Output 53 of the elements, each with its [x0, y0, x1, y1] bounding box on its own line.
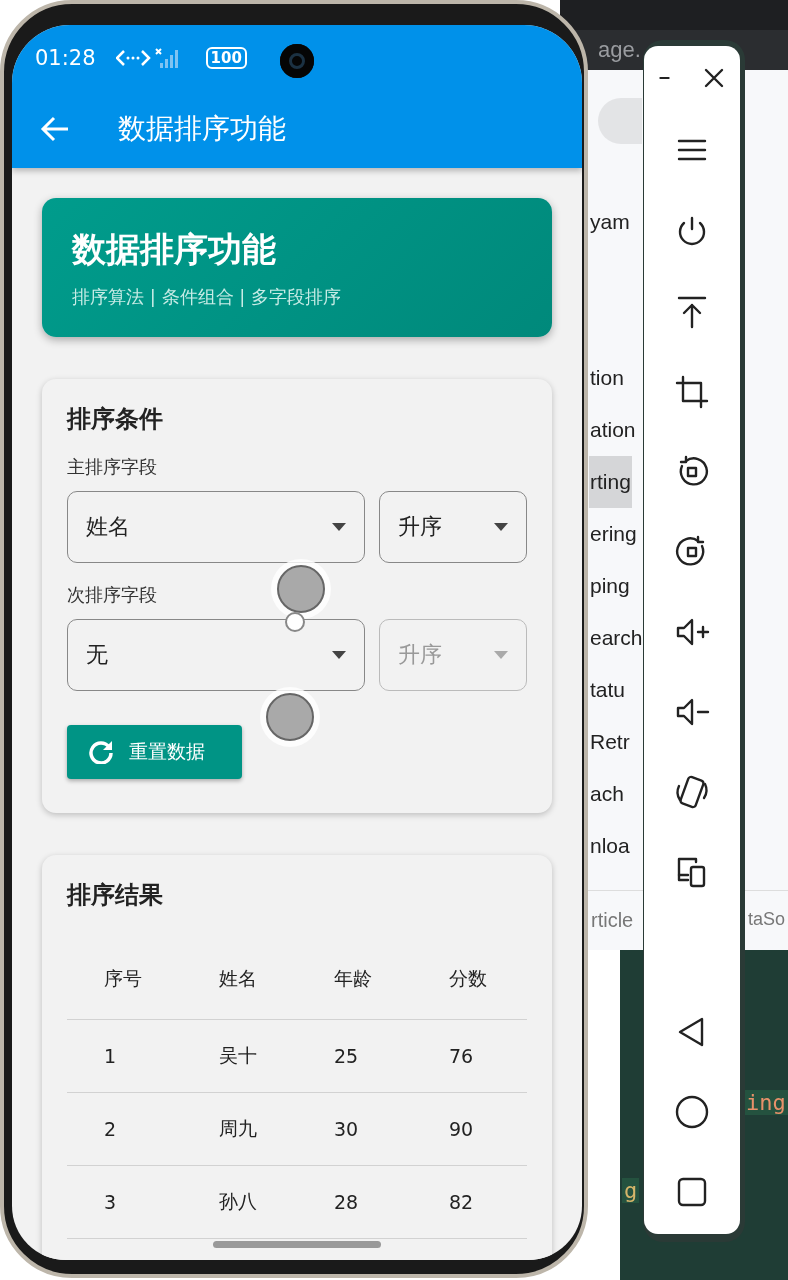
- table-cell: 1: [67, 1020, 182, 1093]
- table-cell: 周九: [182, 1093, 297, 1166]
- file-list-item[interactable]: rting: [589, 456, 632, 508]
- reset-button[interactable]: 重置数据: [67, 725, 242, 779]
- card-title: 排序结果: [67, 880, 164, 911]
- header-title: 数据排序功能: [72, 227, 277, 271]
- dropdown[interactable]: 升序: [379, 491, 527, 563]
- back-arrow-icon[interactable]: [40, 116, 70, 142]
- field-label: 次排序字段: [67, 583, 157, 607]
- table-cell: 2: [67, 1093, 182, 1166]
- bottom-tab[interactable]: taSo: [748, 909, 786, 930]
- file-list-item[interactable]: earch: [589, 612, 644, 664]
- app-bar-title: 数据排序功能: [118, 111, 286, 147]
- column-header: 分数: [412, 939, 527, 1020]
- file-list-item[interactable]: yam: [589, 196, 631, 248]
- file-list-item[interactable]: Retr: [589, 716, 631, 768]
- table-cell: 30: [297, 1093, 412, 1166]
- refresh-icon: [89, 740, 113, 764]
- code-text: g: [622, 1178, 640, 1203]
- card-title: 排序条件: [67, 404, 164, 435]
- table-cell: 吴十: [182, 1020, 297, 1093]
- phone-rotate-icon[interactable]: [674, 774, 710, 810]
- dropdown-arrow-icon: [494, 651, 508, 659]
- dropdown-arrow-icon: [332, 651, 346, 659]
- editor-tab-title[interactable]: age.: [598, 37, 641, 63]
- camera-hole-icon: [280, 44, 314, 78]
- column-header: 年龄: [297, 939, 412, 1020]
- header-subtitle: 排序算法 | 条件组合 | 多字段排序: [72, 284, 342, 309]
- table-cell: 孙八: [182, 1166, 297, 1239]
- field-label: 主排序字段: [67, 455, 157, 479]
- bottom-tab[interactable]: rticle: [591, 909, 634, 932]
- file-list-item[interactable]: nloa: [589, 820, 631, 872]
- battery-level: 100: [205, 46, 247, 69]
- file-list-item[interactable]: ach: [589, 768, 625, 820]
- file-list-item[interactable]: tion: [589, 352, 625, 404]
- table-cell: 25: [297, 1020, 412, 1093]
- table-cell: 3: [67, 1166, 182, 1239]
- file-list-item[interactable]: ation: [589, 404, 637, 456]
- crop-icon[interactable]: [674, 374, 710, 410]
- table-cell: 76: [412, 1020, 527, 1093]
- column-header: 姓名: [182, 939, 297, 1020]
- table-cell: 82: [412, 1166, 527, 1239]
- code-text: ing: [744, 1090, 788, 1115]
- dropdown-arrow-icon: [494, 523, 508, 531]
- table-cell: 28: [297, 1166, 412, 1239]
- status-time: 01:28: [35, 45, 96, 70]
- file-list-item[interactable]: ering: [589, 508, 638, 560]
- column-header: 序号: [67, 939, 182, 1020]
- table-cell: 90: [412, 1093, 527, 1166]
- file-list-item[interactable]: tatu: [589, 664, 627, 716]
- dropdown-arrow-icon: [332, 523, 346, 531]
- file-list-item[interactable]: ping: [589, 560, 631, 612]
- home-circle-icon[interactable]: [674, 1094, 710, 1130]
